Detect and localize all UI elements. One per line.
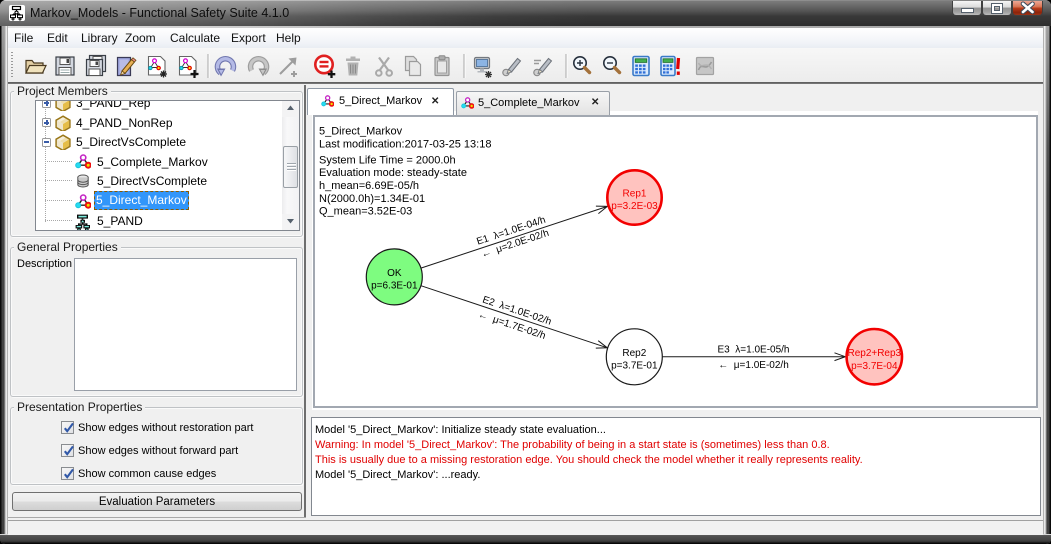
svg-text:Q_mean=3.52E-03: Q_mean=3.52E-03 [319, 206, 412, 218]
svg-text:h_mean=6.69E-05/h: h_mean=6.69E-05/h [319, 180, 419, 192]
svg-text:Last modification:2017-03-25 1: Last modification:2017-03-25 13:18 [319, 139, 491, 151]
svg-text:← μ=1.0E-02/h: ← μ=1.0E-02/h [718, 360, 789, 371]
svg-text:E3 λ=1.0E-05/h: E3 λ=1.0E-05/h [718, 344, 790, 355]
svg-text:Rep1: Rep1 [623, 189, 647, 200]
svg-text:5_Direct_Markov: 5_Direct_Markov [319, 126, 403, 138]
svg-text:p=3.2E-03: p=3.2E-03 [611, 201, 658, 212]
svg-text:OK: OK [387, 268, 402, 279]
svg-text:p=3.7E-01: p=3.7E-01 [611, 360, 658, 371]
svg-text:Evaluation mode: steady-state: Evaluation mode: steady-state [319, 167, 467, 179]
svg-text:Rep2: Rep2 [622, 348, 646, 359]
svg-text:p=3.7E-04: p=3.7E-04 [851, 361, 898, 372]
svg-text:System Life Time = 2000.0h: System Life Time = 2000.0h [319, 154, 456, 166]
svg-text:p=6.3E-01: p=6.3E-01 [371, 281, 418, 292]
svg-text:N(2000.0h)=1.34E-01: N(2000.0h)=1.34E-01 [319, 193, 425, 205]
svg-text:Rep2+Rep3: Rep2+Rep3 [847, 348, 901, 359]
